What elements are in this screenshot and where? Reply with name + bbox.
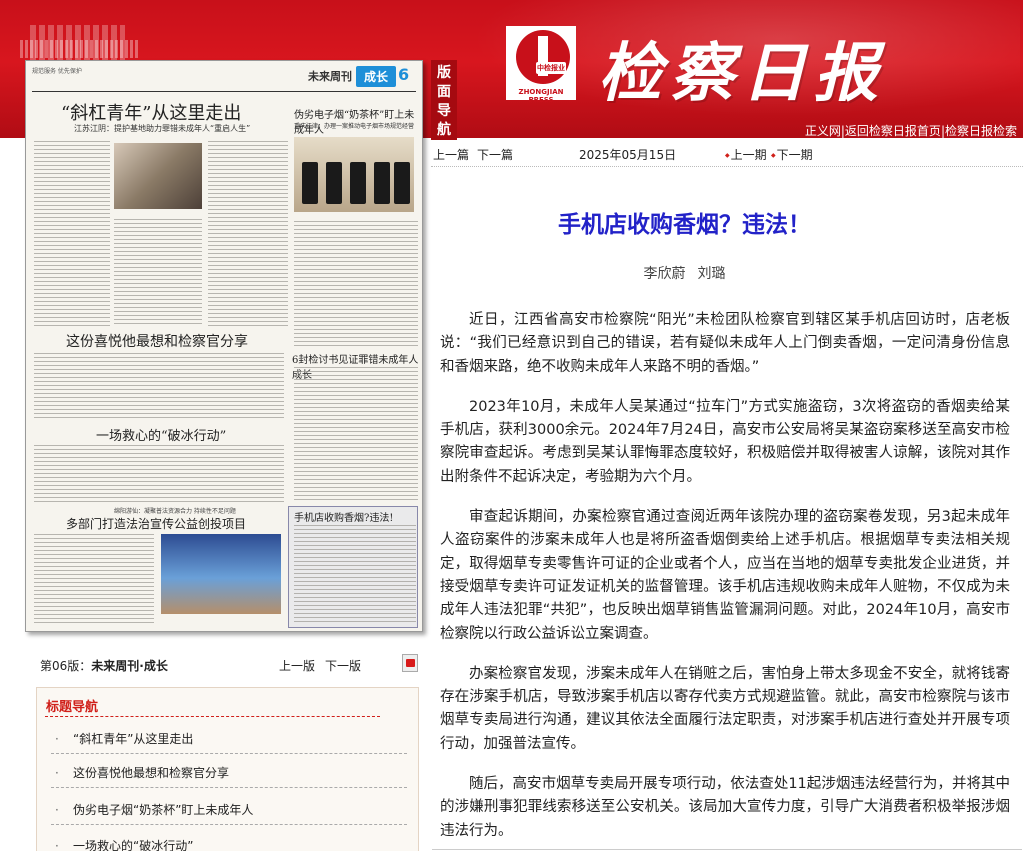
paper-text-column — [294, 525, 416, 623]
paper-text-column — [34, 445, 284, 503]
banner-decoration — [20, 40, 140, 58]
author-name: 刘璐 — [697, 266, 726, 282]
next-issue-link[interactable]: 下一期 — [771, 146, 813, 163]
paper-subheadline: 绵阳游仙：凝聚普法资源合力 持续性不足问题 — [114, 508, 236, 515]
article-paragraph: 2023年10月，未成年人吴某通过“拉车门”方式实施盗窃，3次将盗窃的香烟卖给某… — [440, 398, 1010, 485]
cup-shape — [394, 162, 410, 204]
logo-mark: 中检报业 — [536, 62, 566, 74]
author-name: 李欣蔚 — [643, 266, 686, 282]
paper-subheadline: 江苏江阴：提护基地助力罪错未成年人“重启人生” — [74, 124, 251, 133]
link-search[interactable]: 检察日报检索 — [945, 124, 1017, 138]
top-links: 正义网|返回检察日报首页|检察日报检索 — [805, 122, 1017, 138]
cup-shape — [374, 162, 390, 204]
paper-text-column — [294, 367, 418, 502]
cup-shape — [302, 162, 318, 204]
bullet-icon: · — [55, 766, 59, 780]
edition-pager: 上一版 下一版 — [279, 657, 371, 674]
article-paragraph: 办案检察官发现，涉案未成年人在销赃之后，害怕身上带太多现金不安全，就将钱寄存在涉… — [440, 665, 1010, 752]
paper-text-column — [208, 141, 288, 326]
headline-nav-panel: 标题导航 · “斜杠青年”从这里走出 · 这份喜悦他最想和检察官分享 · 伪劣电子烟“… — [36, 687, 419, 851]
layout-nav-tab[interactable]: 版面导航 — [431, 60, 457, 140]
logo-press-text: ZHONGJIAN PRESS — [518, 88, 564, 104]
edition-number: 第06版： — [40, 659, 92, 673]
bullet-icon: · — [55, 839, 59, 851]
cup-shape — [326, 162, 342, 204]
paper-section-name: 未来周刊 — [308, 70, 352, 83]
headline-nav-item-label: 一场救心的“破冰行动” — [73, 839, 194, 851]
bottom-divider — [432, 849, 1022, 850]
headline-nav-item-label: 这份喜悦他最想和检察官分享 — [73, 766, 230, 780]
edition-name: 未来周刊·成长 — [91, 659, 168, 673]
next-edition-link[interactable]: 下一版 — [325, 659, 361, 673]
headline-nav-item-label: 伪劣电子烟“奶茶杯”盯上未成年人 — [73, 803, 254, 817]
prev-issue-link[interactable]: 上一期 — [725, 146, 767, 163]
paper-left-header: 规范服务 优先保护 — [32, 68, 82, 75]
newspaper-page-image[interactable]: 规范服务 优先保护 未来周刊 成长 6 “斜杠青年”从这里走出 江苏江阴：提护基… — [25, 60, 423, 632]
edition-label: 第06版：未来周刊·成长 — [40, 657, 168, 674]
headline-nav-divider — [45, 716, 380, 717]
paper-headline-selected[interactable]: 手机店收购香烟?违法! — [294, 509, 393, 524]
prev-article-link[interactable]: 上一篇 — [433, 146, 469, 163]
paper-photo — [161, 534, 281, 614]
link-home[interactable]: 返回检察日报首页 — [845, 124, 941, 138]
paper-text-column — [34, 534, 154, 626]
headline-nav-item[interactable]: · “斜杠青年”从这里走出 — [51, 728, 407, 754]
bullet-icon: · — [55, 732, 59, 746]
nav-divider — [431, 166, 1023, 167]
paper-subheadline: 重庆江津：办理一案推动电子烟市场规范经营 — [294, 123, 415, 130]
article-body: 近日，江西省高安市检察院“阳光”未检团队检察官到辖区某手机店回访时，店老板说：“… — [440, 309, 1010, 851]
headline-nav-item[interactable]: · 一场救心的“破冰行动” — [51, 835, 407, 851]
paper-headline[interactable]: 一场救心的“破冰行动” — [96, 425, 226, 444]
masthead-title: 检察日报 — [598, 36, 886, 111]
article-paragraph: 近日，江西省高安市检察院“阳光”未检团队检察官到辖区某手机店回访时，店老板说：“… — [440, 312, 1010, 375]
headline-nav-item[interactable]: · 伪劣电子烟“奶茶杯”盯上未成年人 — [51, 799, 407, 825]
cup-shape — [350, 162, 366, 204]
paper-section-badge: 成长 — [356, 66, 397, 87]
paper-headline[interactable]: “斜杠青年”从这里走出 — [61, 99, 241, 125]
article-title: 手机店收购香烟？违法！ — [558, 212, 811, 238]
paper-text-column — [34, 141, 110, 326]
next-article-link[interactable]: 下一篇 — [477, 146, 513, 163]
headline-nav-title: 标题导航 — [46, 700, 99, 715]
headline-nav-item[interactable]: · 这份喜悦他最想和检察官分享 — [51, 762, 407, 788]
article-paragraph: 审查起诉期间，办案检察官通过查阅近两年该院办理的盗窃案卷发现，另3起未成年人盗窃… — [440, 509, 1010, 642]
press-logo[interactable]: 中检报业 ZHONGJIAN PRESS — [506, 26, 576, 104]
paper-headline[interactable]: 多部门打造法治宣传公益创投项目 — [66, 515, 246, 532]
paper-text-column — [294, 221, 418, 346]
paper-text-column — [34, 353, 284, 421]
prev-edition-link[interactable]: 上一版 — [279, 659, 315, 673]
article-authors: 李欣蔚 刘璐 — [432, 263, 937, 283]
paper-photo — [294, 137, 414, 212]
paper-divider — [32, 91, 416, 92]
headline-nav-item-label: “斜杠青年”从这里走出 — [73, 732, 194, 746]
bullet-icon: · — [55, 803, 59, 817]
paper-text-column — [114, 219, 202, 326]
link-zhengyi[interactable]: 正义网 — [805, 124, 841, 138]
article-paragraph: 随后，高安市烟草专卖局开展专项行动，依法查处11起涉烟违法经营行为，并将其中的涉… — [440, 776, 1010, 839]
paper-headline[interactable]: 这份喜悦他最想和检察官分享 — [66, 331, 248, 351]
paper-page-number: 6 — [398, 65, 410, 84]
issue-date: 2025年05月15日 — [579, 148, 677, 162]
pdf-download-icon[interactable] — [402, 654, 418, 672]
paper-photo — [114, 143, 202, 209]
